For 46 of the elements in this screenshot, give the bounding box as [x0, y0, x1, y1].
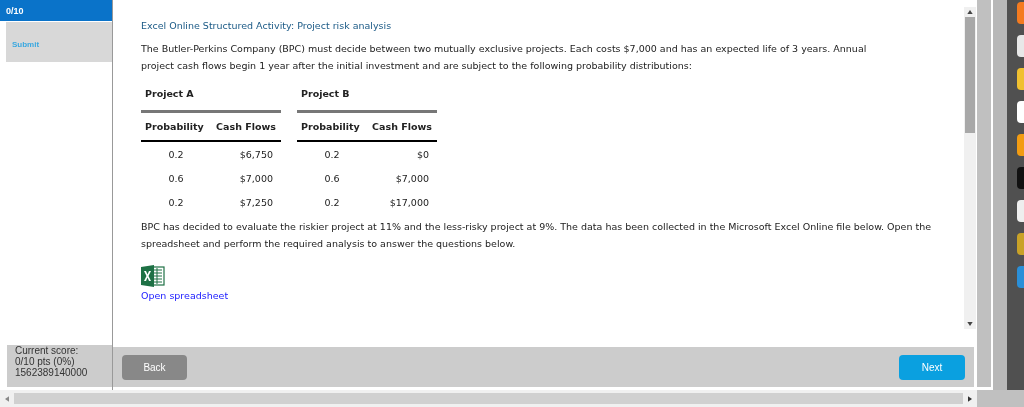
next-button[interactable]: Next: [899, 354, 965, 380]
activity-title: Excel Online Structured Activity: Project risk analysis: [141, 19, 393, 33]
submit-link[interactable]: Submit: [12, 40, 40, 49]
table-cell-text: $7,250: [238, 195, 274, 210]
table-cell-text: $7,000: [238, 171, 274, 186]
app-icon[interactable]: [1017, 35, 1024, 57]
scroll-down-icon[interactable]: [967, 322, 973, 326]
question-header: 0/10: [0, 0, 112, 22]
scroll-up-icon[interactable]: [967, 10, 973, 14]
score-points: 0/10 pts (0%): [15, 356, 75, 367]
score-label: Current score:: [15, 345, 80, 356]
table-cell-text: 0.6: [323, 171, 341, 186]
table-cell-text: $7,000: [394, 171, 430, 186]
app-icon[interactable]: [1017, 2, 1024, 24]
table-cell-text: 0.2: [323, 195, 341, 210]
table-cell-text: 0.2: [323, 147, 341, 162]
table-cell-text: $6,750: [238, 147, 274, 162]
app-icon[interactable]: [1017, 200, 1024, 222]
app-icon[interactable]: [1017, 68, 1024, 90]
app-icon[interactable]: [1017, 233, 1024, 255]
scrollbar[interactable]: [964, 7, 976, 329]
app-icon[interactable]: [1017, 134, 1024, 156]
scroll-right-icon[interactable]: [968, 395, 972, 402]
app-icon[interactable]: [1017, 266, 1024, 288]
column-header: Cash Flows: [371, 120, 433, 134]
scroll-left-icon[interactable]: [5, 395, 9, 402]
decision-paragraph: BPC has decided to evaluate the riskier project at 11% and the less-risky project at 9%. The data has been collected in the Microsoft Excel Online file below. Open the spreadsheet and perform the required analysis to answer the questions below.: [141, 220, 933, 251]
app-icon[interactable]: [1017, 101, 1024, 123]
table-cell-text: 0.2: [167, 147, 185, 162]
spreadsheet-icon[interactable]: [141, 265, 165, 287]
table-cell-text: 0.6: [167, 171, 185, 186]
project-title: Project B: [300, 87, 351, 101]
open-spreadsheet-link[interactable]: Open spreadsheet: [141, 290, 229, 301]
app-icon[interactable]: [1017, 167, 1024, 189]
table-cell-text: $0: [415, 147, 430, 162]
score-id: 1562389140000: [15, 367, 89, 378]
scroll-thumb[interactable]: [965, 17, 975, 133]
column-header: Probability: [300, 120, 361, 134]
column-header: Probability: [144, 120, 205, 134]
table-cell-text: 0.2: [167, 195, 185, 210]
intro-paragraph: The Butler-Perkins Company (BPC) must decide between two mutually exclusive projects. Each costs $7,000 and has an expected life of 3 years. Annual project cash flows begin 1 year after the initial investment and are subject to the following probability distributions:: [141, 42, 868, 73]
project-title: Project A: [144, 87, 195, 101]
column-header: Cash Flows: [215, 120, 277, 134]
scrollbar-corner: [977, 390, 1024, 407]
table-cell-text: $17,000: [388, 195, 430, 210]
back-button[interactable]: Back: [122, 354, 187, 380]
